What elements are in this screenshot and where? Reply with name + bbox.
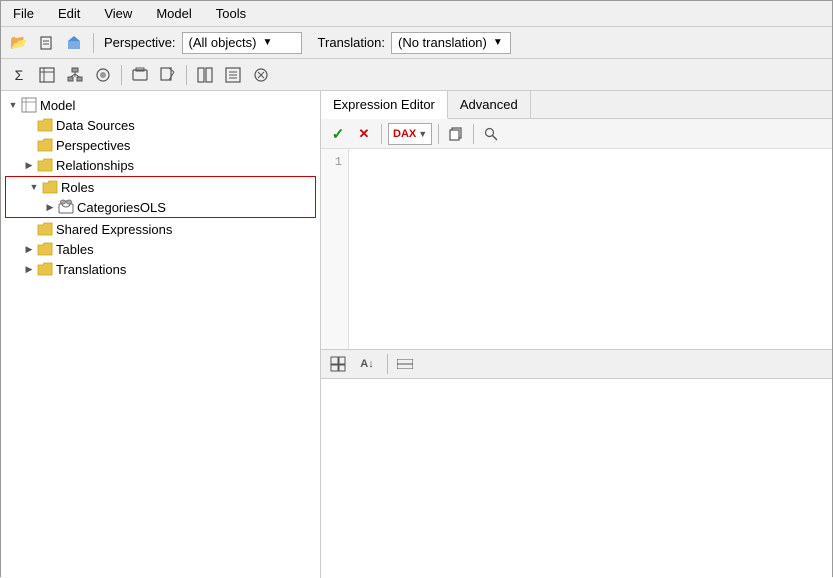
menu-model[interactable]: Model (152, 5, 195, 22)
right-tabs: Expression Editor Advanced (321, 91, 832, 119)
translation-section: Translation: (No translation) ▼ (318, 32, 511, 54)
roles-folder-icon (42, 179, 58, 195)
right-panel: Expression Editor Advanced ✓ ✕ DAX ▼ (321, 91, 832, 578)
data-sources-folder-icon (37, 117, 53, 133)
line-number-1: 1 (321, 153, 348, 171)
hierarchy-btn[interactable] (63, 63, 87, 87)
perspective-label: Perspective: (104, 35, 176, 50)
tree-roles[interactable]: ▼ Roles (6, 177, 315, 197)
shared-expressions-label: Shared Expressions (56, 222, 172, 237)
translation-arrow: ▼ (493, 37, 503, 48)
columns-btn[interactable] (193, 63, 217, 87)
translations-expand[interactable]: ▶ (21, 261, 37, 277)
perspective-section: Perspective: (All objects) ▼ (104, 32, 302, 54)
table-view-btn[interactable] (35, 63, 59, 87)
shared-expressions-folder-icon (37, 221, 53, 237)
categories-ols-icon (58, 199, 74, 215)
sigma-btn[interactable]: Σ (7, 63, 31, 87)
expr-sep2 (438, 124, 439, 144)
tree-shared-expressions[interactable]: ▶ Shared Expressions (1, 219, 320, 239)
tables-expand[interactable]: ▶ (21, 241, 37, 257)
circle-btn[interactable] (249, 63, 273, 87)
snapshot-btn[interactable] (128, 63, 152, 87)
sort-az-btn[interactable]: A↓ (353, 353, 381, 375)
tree-relationships[interactable]: ▶ Relationships (1, 155, 320, 175)
sep2 (121, 65, 122, 85)
open-btn[interactable]: 📂 (7, 31, 31, 55)
expression-area: 1 (321, 149, 832, 349)
expression-toolbar: ✓ ✕ DAX ▼ (321, 119, 832, 149)
grid-view-btn[interactable] (327, 353, 349, 375)
separator1 (93, 33, 94, 53)
model-expand-icon: ▼ (5, 97, 21, 113)
tree-perspectives[interactable]: ▶ Perspectives (1, 135, 320, 155)
tables-label: Tables (56, 242, 94, 257)
model-label: Model (40, 98, 75, 113)
tree-model-root[interactable]: ▼ Model (1, 95, 320, 115)
edit-pencil-btn[interactable] (156, 63, 180, 87)
translations-label: Translations (56, 262, 126, 277)
bottom-toolbar: A↓ (321, 349, 832, 379)
tree-tables[interactable]: ▶ Tables (1, 239, 320, 259)
menu-file[interactable]: File (9, 5, 38, 22)
perspective-dropdown[interactable]: (All objects) ▼ (182, 32, 302, 54)
tree-panel: ▼ Model ▶ Data Sources ▶ (1, 91, 321, 578)
translations-folder-icon (37, 261, 53, 277)
expression-content[interactable] (349, 149, 832, 349)
relationships-folder-icon (37, 157, 53, 173)
relationships-label: Relationships (56, 158, 134, 173)
translation-dropdown[interactable]: (No translation) ▼ (391, 32, 511, 54)
model-icon (21, 97, 37, 113)
data-sources-label: Data Sources (56, 118, 135, 133)
roles-selected-box: ▼ Roles ▶ (5, 176, 316, 218)
sep3 (186, 65, 187, 85)
bottom-editor-area[interactable] (321, 379, 832, 578)
cancel-btn[interactable]: ✕ (353, 123, 375, 145)
perspectives-folder-icon (37, 137, 53, 153)
tab-advanced[interactable]: Advanced (448, 91, 531, 118)
roles-expand[interactable]: ▼ (26, 179, 42, 195)
perspective-arrow: ▼ (262, 37, 272, 48)
bottom-sep1 (387, 354, 388, 374)
check-btn[interactable]: ✓ (327, 123, 349, 145)
search-expr-btn[interactable] (480, 123, 502, 145)
tables-folder-icon (37, 241, 53, 257)
deploy-btn[interactable] (63, 31, 87, 55)
menu-bar: File Edit View Model Tools (1, 1, 832, 27)
diamond-btn[interactable] (91, 63, 115, 87)
toolbar-perspective: 📂 Perspective: (All objects) ▼ Translati… (1, 27, 832, 59)
translation-label: Translation: (318, 35, 385, 50)
tab-expression-editor[interactable]: Expression Editor (321, 91, 448, 119)
relationships-expand[interactable]: ▶ (21, 157, 37, 173)
roles-label: Roles (61, 180, 94, 195)
sort-btn[interactable] (221, 63, 245, 87)
categories-ols-expand[interactable]: ▶ (42, 199, 58, 215)
main-layout: ▼ Model ▶ Data Sources ▶ (1, 91, 832, 578)
menu-edit[interactable]: Edit (54, 5, 84, 22)
expr-sep1 (381, 124, 382, 144)
menu-view[interactable]: View (100, 5, 136, 22)
new-btn[interactable] (35, 31, 59, 55)
panel-toggle-btn[interactable] (394, 353, 416, 375)
expr-sep3 (473, 124, 474, 144)
toolbar-tools: Σ (1, 59, 832, 91)
copy-expr-btn[interactable] (445, 123, 467, 145)
perspectives-label: Perspectives (56, 138, 130, 153)
tree-translations[interactable]: ▶ Translations (1, 259, 320, 279)
tree-data-sources[interactable]: ▶ Data Sources (1, 115, 320, 135)
tree-categories-ols[interactable]: ▶ CategoriesOLS (6, 197, 315, 217)
line-numbers: 1 (321, 149, 349, 349)
categories-ols-label: CategoriesOLS (77, 200, 166, 215)
dax-btn[interactable]: DAX ▼ (388, 123, 432, 145)
menu-tools[interactable]: Tools (212, 5, 250, 22)
